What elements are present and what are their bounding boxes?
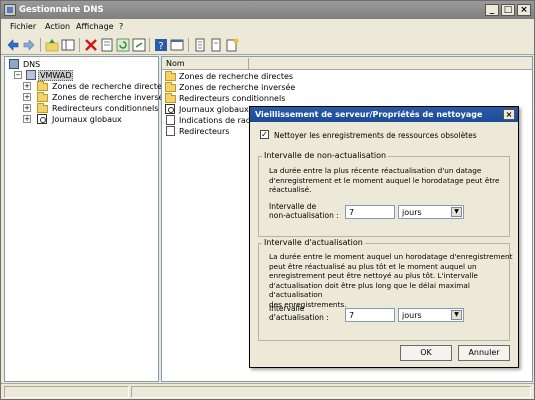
chevron-down-icon[interactable]: ▼ — [451, 310, 462, 320]
dialog-close-button[interactable]: × — [503, 109, 515, 120]
description-line: La durée entre le moment auquel un horod… — [269, 252, 513, 261]
refresh-field-label: Intervalle d'actualisation : — [269, 304, 329, 322]
show-hide-tree-icon[interactable] — [61, 38, 75, 52]
document-icon — [166, 126, 175, 136]
scavenge-label: Nettoyer les enregistrements de ressourc… — [274, 131, 477, 140]
list-item-label: Redirecteurs conditionnels — [179, 94, 286, 103]
text-icon[interactable] — [209, 38, 223, 52]
no-refresh-field-label: Intervalle de non-actualisation : — [269, 202, 339, 220]
column-header-label: Nom — [166, 59, 185, 68]
tree-label: VMWAD — [38, 70, 74, 81]
close-button[interactable]: × — [517, 4, 531, 16]
label-line: d'actualisation : — [269, 313, 329, 322]
no-refresh-description: La durée entre la plus récente réactuali… — [269, 166, 500, 195]
menu-bar: Fichier Action Affichage ? — [1, 19, 534, 34]
select-value: jours — [402, 311, 422, 320]
expand-icon[interactable]: + — [23, 115, 31, 123]
logs-icon — [165, 104, 175, 114]
up-icon[interactable] — [45, 38, 59, 52]
list-item-label: Zones de recherche directes — [179, 72, 294, 81]
list-icon[interactable] — [193, 38, 207, 52]
refresh-legend: Intervalle d'actualisation — [262, 238, 365, 247]
collapse-icon[interactable]: − — [14, 71, 22, 79]
document-icon — [166, 115, 175, 125]
folder-icon — [37, 81, 48, 91]
description-line: d'enregistrement et le moment auquel le … — [269, 175, 500, 185]
minimize-button[interactable]: _ — [485, 4, 499, 16]
dialog-title: Vieillissement de serveur/Propriétés de … — [255, 110, 483, 119]
status-cell — [4, 386, 129, 398]
folder-icon — [165, 71, 176, 81]
menu-fichier[interactable]: Fichier — [10, 22, 36, 31]
no-refresh-unit-select[interactable]: jours ▼ — [398, 205, 464, 219]
menu-affichage[interactable]: Affichage — [76, 22, 114, 31]
refresh-icon[interactable] — [116, 38, 130, 52]
tree-label: Journaux globaux — [52, 115, 122, 124]
tree-pane: DNS − VMWAD + Zones de recherche directe… — [4, 56, 168, 382]
back-icon[interactable] — [6, 38, 20, 52]
cancel-button[interactable]: Annuler — [458, 345, 510, 361]
tree-label: DNS — [23, 60, 41, 69]
scavenge-checkbox[interactable]: ✓ — [260, 130, 269, 139]
label-line: Intervalle de — [269, 202, 317, 211]
properties-icon[interactable] — [100, 38, 114, 52]
ok-button[interactable]: OK — [400, 345, 452, 361]
toolbar: ? — [1, 35, 534, 55]
dialog-title-bar: Vieillissement de serveur/Propriétés de … — [250, 107, 518, 122]
description-line: enregistrement peut être nettoyé au plus… — [269, 271, 478, 280]
maximize-button[interactable]: □ — [501, 4, 515, 16]
list-item-label: Journaux globaux — [179, 105, 249, 114]
list-item-label: Redirecteurs — [179, 127, 230, 136]
logs-icon — [37, 114, 47, 124]
dns-icon — [9, 59, 19, 69]
status-cell — [131, 386, 531, 398]
expand-icon[interactable]: + — [23, 82, 31, 90]
expand-icon[interactable]: + — [23, 104, 31, 112]
description-line: d'actualisation doit être plus long que … — [269, 280, 470, 300]
folder-icon — [37, 103, 48, 113]
tree-label: Zones de recherche inversée — [52, 93, 169, 102]
export-icon[interactable] — [132, 38, 146, 52]
aging-scavenging-dialog: Vieillissement de serveur/Propriétés de … — [249, 106, 519, 368]
refresh-interval-input[interactable]: 7 — [345, 308, 395, 322]
refresh-unit-select[interactable]: jours ▼ — [398, 308, 464, 322]
description-line: peut être réactualisé au plus tôt et le … — [269, 261, 477, 271]
list-item-label: Zones de recherche inversée — [179, 83, 296, 92]
no-refresh-interval-input[interactable]: 7 — [345, 205, 395, 219]
tree-label: Zones de recherche directes — [52, 82, 167, 91]
expand-icon[interactable]: + — [23, 93, 31, 101]
column-header-name[interactable]: Nom — [162, 57, 532, 70]
help-icon[interactable]: ? — [154, 38, 168, 52]
description-line: réactualisé. — [269, 185, 312, 194]
menu-help[interactable]: ? — [119, 22, 123, 31]
select-value: jours — [402, 208, 422, 217]
description-line: La durée entre la plus récente réactuali… — [269, 166, 482, 175]
forward-icon[interactable] — [22, 38, 36, 52]
title-bar: Gestionnaire DNS _ □ × — [1, 1, 534, 19]
refresh-description: La durée entre le moment auquel un horod… — [269, 252, 518, 309]
new-icon[interactable] — [225, 38, 239, 52]
tree-label: Redirecteurs conditionnels — [52, 104, 159, 113]
folder-icon — [165, 93, 176, 103]
console-icon[interactable] — [170, 38, 184, 52]
status-bar — [1, 383, 534, 399]
menu-action[interactable]: Action — [45, 22, 70, 31]
folder-icon — [37, 92, 48, 102]
no-refresh-legend: Intervalle de non-actualisation — [262, 151, 389, 160]
label-line: non-actualisation : — [269, 211, 339, 220]
dns-manager-icon — [4, 4, 16, 16]
label-line: Intervalle — [269, 304, 305, 313]
delete-icon[interactable] — [84, 38, 98, 52]
chevron-down-icon[interactable]: ▼ — [451, 207, 462, 217]
window-title: Gestionnaire DNS — [19, 5, 104, 15]
dns-manager-window: Gestionnaire DNS _ □ × Fichier Action Af… — [0, 0, 535, 400]
svg-text:?: ? — [158, 41, 163, 52]
server-icon — [26, 70, 36, 80]
folder-icon — [165, 82, 176, 92]
